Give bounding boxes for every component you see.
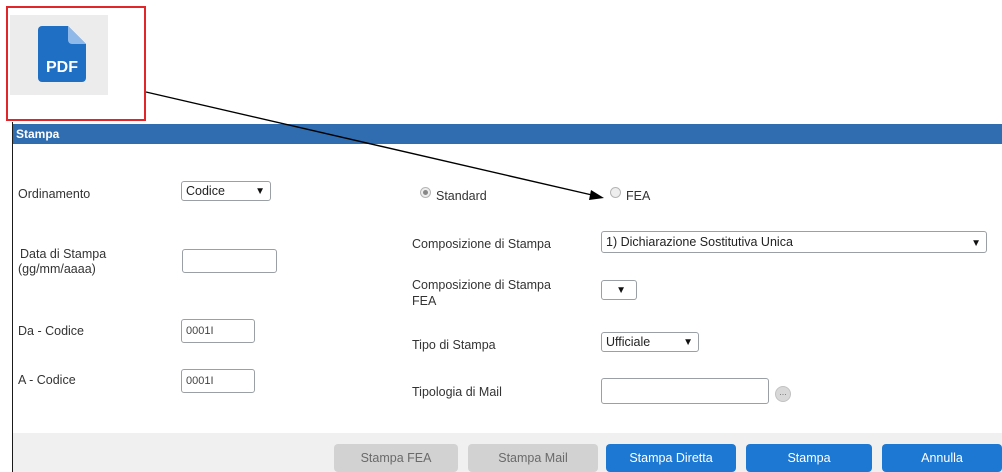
data-stampa-format-label: (gg/mm/aaaa) — [18, 262, 96, 276]
stampa-diretta-button[interactable]: Stampa Diretta — [606, 444, 736, 472]
composizione-fea-label-line2: FEA — [412, 294, 437, 308]
tipo-stampa-select[interactable]: Ufficiale ▼ — [601, 332, 699, 352]
da-codice-label: Da - Codice — [18, 324, 84, 338]
ordinamento-label: Ordinamento — [18, 187, 91, 201]
composizione-fea-label: Composizione di Stampa — [412, 278, 551, 292]
radio-standard-label: Standard — [436, 189, 487, 203]
data-stampa-input[interactable] — [182, 249, 277, 273]
annotation-arrow-head — [589, 190, 604, 200]
tipologia-mail-label: Tipologia di Mail — [412, 385, 502, 399]
radio-fea[interactable] — [610, 187, 621, 198]
da-codice-input[interactable]: 0001I — [181, 319, 255, 343]
radio-standard[interactable] — [420, 187, 431, 198]
tipologia-mail-input[interactable] — [601, 378, 769, 404]
composizione-label: Composizione di Stampa — [412, 237, 551, 251]
radio-fea-label: FEA — [626, 189, 651, 203]
panel-header: Stampa — [13, 124, 1002, 144]
stampa-button[interactable]: Stampa — [746, 444, 872, 472]
a-codice-label: A - Codice — [18, 373, 76, 387]
chevron-down-icon: ▼ — [255, 186, 265, 197]
chevron-down-icon: ▼ — [971, 238, 981, 249]
annulla-button[interactable]: Annulla — [882, 444, 1002, 472]
composizione-select[interactable]: 1) Dichiarazione Sostitutiva Unica ▼ — [601, 231, 987, 253]
a-codice-input[interactable]: 0001I — [181, 369, 255, 393]
tipo-stampa-label: Tipo di Stampa — [412, 338, 496, 352]
tipo-stampa-select-value: Ufficiale — [606, 335, 651, 349]
composizione-fea-select[interactable]: ▼ — [601, 280, 637, 300]
chevron-down-icon: ▼ — [683, 337, 693, 348]
stampa-mail-button[interactable]: Stampa Mail — [468, 444, 598, 472]
stampa-fea-button[interactable]: Stampa FEA — [334, 444, 458, 472]
pdf-document-icon: PDF — [38, 26, 86, 82]
pdf-icon-label: PDF — [46, 59, 78, 76]
ellipsis-lookup-button[interactable]: ... — [775, 386, 791, 402]
ordinamento-select-value: Codice — [186, 184, 225, 198]
panel-left-border — [12, 122, 13, 472]
ordinamento-select[interactable]: Codice ▼ — [181, 181, 271, 201]
composizione-select-value: 1) Dichiarazione Sostitutiva Unica — [606, 235, 793, 249]
chevron-down-icon: ▼ — [616, 285, 626, 296]
data-stampa-label: Data di Stampa — [20, 247, 107, 261]
